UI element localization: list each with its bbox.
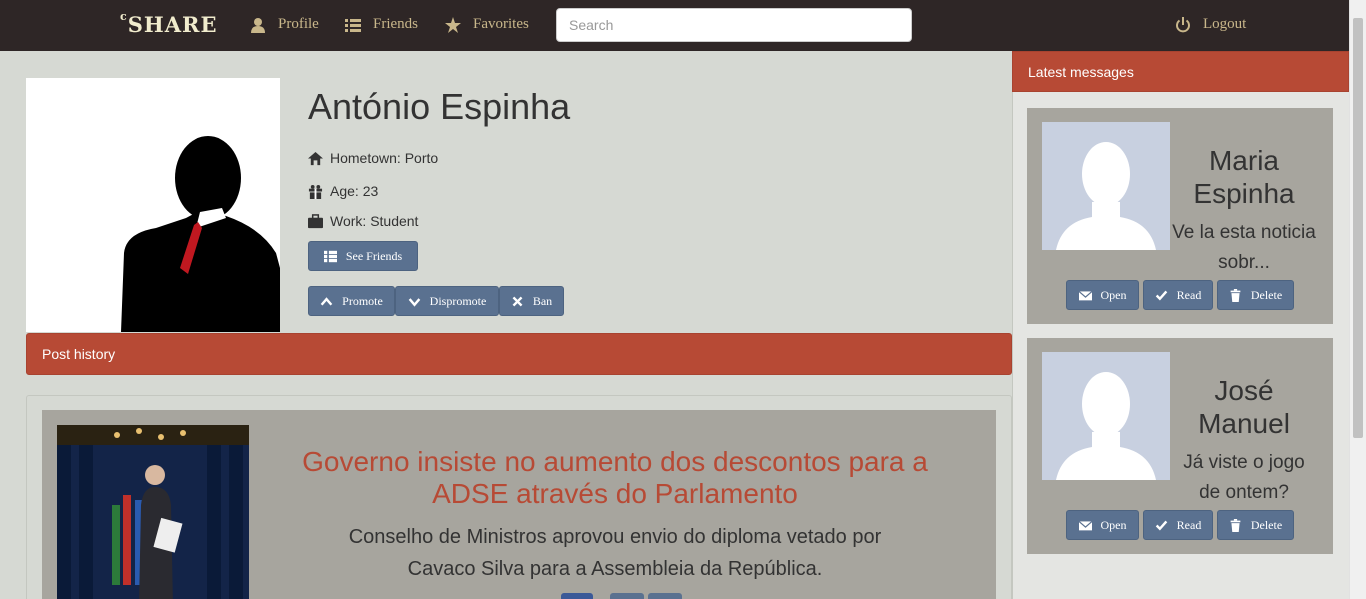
list-icon (345, 18, 361, 32)
hometown-row: Hometown: Porto (308, 150, 438, 166)
open-label: Open (1100, 517, 1127, 532)
check-icon (1155, 520, 1167, 531)
open-message-button[interactable]: Open (1066, 510, 1139, 540)
user-icon (251, 17, 265, 33)
chevron-up-icon (320, 296, 333, 306)
close-icon (512, 296, 523, 306)
message-card: José Manuel Já viste o jogo de ontem? Op… (1027, 338, 1333, 554)
scrollbar-thumb[interactable] (1353, 18, 1363, 438)
message-card: Maria Espinha Ve la esta noticia sobr...… (1027, 108, 1333, 324)
work-text: Work: Student (330, 213, 419, 229)
open-message-button[interactable]: Open (1066, 280, 1139, 310)
latest-messages-header: Latest messages (1012, 51, 1349, 92)
default-avatar-icon (1042, 352, 1170, 480)
trash-icon (1230, 288, 1241, 302)
nav-logout-label: Logout (1203, 16, 1247, 32)
promote-button[interactable]: Promote (308, 286, 395, 316)
share-button[interactable] (610, 593, 644, 599)
default-avatar-icon (1042, 122, 1170, 250)
avatar (1042, 122, 1170, 250)
profile-avatar (26, 78, 280, 332)
age-text: Age: 23 (330, 183, 379, 199)
nav-favorites-label: Favorites (473, 16, 529, 32)
nav-favorites[interactable]: Favorites (445, 16, 529, 33)
top-navbar: cSHARE Profile Friends Favorites Logout (0, 0, 1366, 51)
message-sender: José Manuel (1198, 375, 1290, 439)
facebook-share-button[interactable] (561, 593, 593, 599)
nav-profile-label: Profile (278, 16, 319, 32)
work-row: Work: Student (308, 213, 418, 229)
age-row: Age: 23 (308, 183, 378, 199)
home-icon (308, 151, 323, 165)
ban-button[interactable]: Ban (499, 286, 564, 316)
see-friends-button[interactable]: See Friends (308, 241, 418, 271)
read-label: Read (1176, 287, 1202, 302)
nav-logout[interactable]: Logout (1175, 16, 1246, 33)
delete-label: Delete (1250, 517, 1283, 532)
delete-message-button[interactable]: Delete (1217, 510, 1294, 540)
avatar (1042, 352, 1170, 480)
see-friends-label: See Friends (345, 248, 403, 263)
gift-icon (308, 184, 323, 199)
star-icon (445, 16, 461, 33)
nav-friends-label: Friends (373, 16, 418, 32)
post-title[interactable]: Governo insiste no aumento dos descontos… (270, 446, 960, 510)
nav-friends[interactable]: Friends (345, 16, 418, 33)
check-icon (1155, 290, 1167, 301)
post-history-title: Post history (42, 346, 116, 362)
power-icon (1176, 16, 1190, 32)
post-description: Conselho de Ministros aprovou envio do d… (348, 526, 882, 580)
silhouette-image (121, 136, 280, 332)
open-label: Open (1100, 287, 1127, 302)
delete-message-button[interactable]: Delete (1217, 280, 1294, 310)
read-label: Read (1176, 517, 1202, 532)
envelope-icon (1078, 520, 1092, 530)
dispromote-label: Dispromote (429, 293, 487, 308)
delete-label: Delete (1250, 287, 1283, 302)
nav-profile[interactable]: Profile (250, 16, 319, 33)
trash-icon (1230, 518, 1241, 532)
promote-label: Promote (342, 293, 383, 308)
search-input[interactable] (556, 8, 912, 42)
list-icon (323, 250, 337, 262)
news-photo (57, 425, 249, 599)
briefcase-icon (308, 213, 323, 228)
dispromote-button[interactable]: Dispromote (395, 286, 499, 316)
mark-read-button[interactable]: Read (1143, 510, 1213, 540)
post-history-header: Post history (26, 333, 1012, 375)
post-image[interactable] (57, 425, 249, 599)
share-button[interactable] (648, 593, 682, 599)
message-sender: Maria Espinha (1193, 145, 1295, 209)
brand-logo[interactable]: cSHARE (120, 10, 217, 37)
ban-label: Ban (532, 293, 553, 308)
vertical-scrollbar[interactable] (1349, 0, 1366, 599)
message-preview: Já viste o jogo de ontem? (1183, 452, 1305, 503)
message-preview: Ve la esta noticia sobr... (1172, 222, 1316, 273)
envelope-icon (1078, 290, 1092, 300)
latest-messages-title: Latest messages (1028, 63, 1134, 80)
mark-read-button[interactable]: Read (1143, 280, 1213, 310)
profile-name: António Espinha (308, 86, 571, 127)
hometown-text: Hometown: Porto (330, 150, 439, 166)
chevron-down-icon (408, 297, 420, 307)
